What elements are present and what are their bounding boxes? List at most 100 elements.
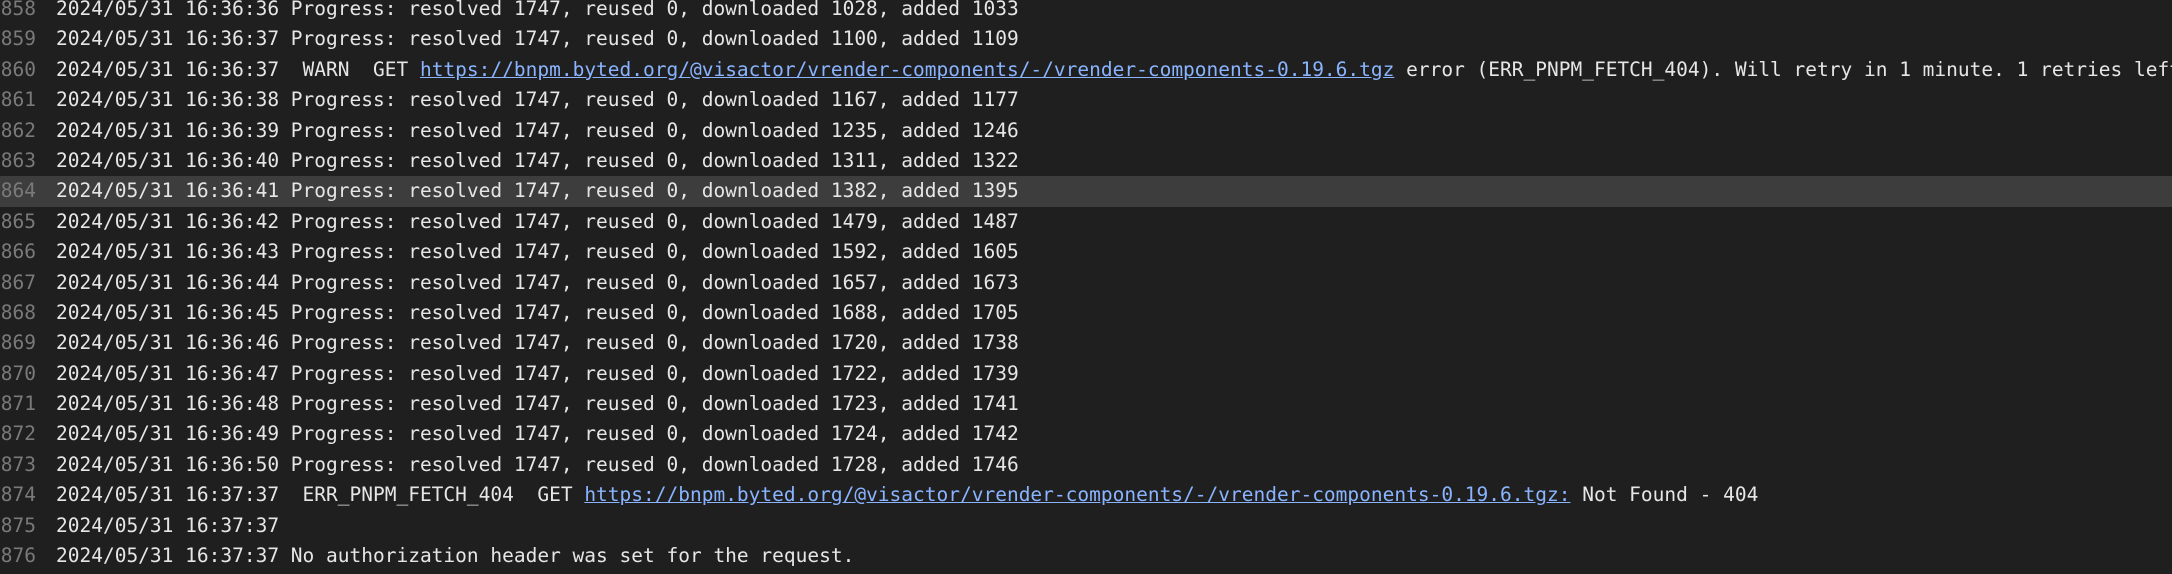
timestamp: 2024/05/31 16:36:44 <box>56 270 280 294</box>
log-line-highlighted[interactable]: 864 2024/05/31 16:36:41 Progress: resolve… <box>0 176 2172 207</box>
timestamp: 2024/05/31 16:36:38 <box>56 88 280 112</box>
timestamp: 2024/05/31 16:36:46 <box>56 331 280 355</box>
log-message: Not Found - 404 <box>1570 483 1759 507</box>
log-line-content: 2024/05/31 16:37:37 No authorization hea… <box>56 541 854 571</box>
log-line-content: 2024/05/31 16:36:50 Progress: resolved 1… <box>56 450 1019 480</box>
log-message: Progress: resolved 1747, reused 0, downl… <box>279 148 1019 172</box>
log-line[interactable]: 865 2024/05/31 16:36:42 Progress: resolve… <box>0 207 2172 237</box>
log-line-content: 2024/05/31 16:36:39 Progress: resolved 1… <box>56 116 1019 146</box>
log-line[interactable]: 869 2024/05/31 16:36:46 Progress: resolve… <box>0 328 2172 358</box>
log-line[interactable]: 874 2024/05/31 16:37:37 ERR_PNPM_FETCH_40… <box>0 480 2172 510</box>
timestamp: 2024/05/31 16:36:36 <box>56 0 280 20</box>
line-number: 865 <box>0 209 36 233</box>
log-line-content: 2024/05/31 16:36:45 Progress: resolved 1… <box>56 298 1019 328</box>
log-message: Progress: resolved 1747, reused 0, downl… <box>279 392 1019 416</box>
package-url-link[interactable]: https://bnpm.byted.org/@visactor/vrender… <box>584 483 1570 506</box>
line-number: 860 <box>0 57 36 81</box>
log-line[interactable]: 875 2024/05/31 16:37:37 <box>0 511 2172 541</box>
timestamp: 2024/05/31 16:36:49 <box>56 422 280 446</box>
log-line-content: 2024/05/31 16:36:44 Progress: resolved 1… <box>56 268 1019 298</box>
log-line[interactable]: 862 2024/05/31 16:36:39 Progress: resolve… <box>0 116 2172 146</box>
log-line-content: 2024/05/31 16:36:42 Progress: resolved 1… <box>56 207 1019 237</box>
line-number: 874 <box>0 483 36 507</box>
log-lines: 858 2024/05/31 16:36:36 Progress: resolve… <box>0 0 2172 574</box>
line-number: 871 <box>0 392 36 416</box>
line-number: 864 <box>0 179 36 203</box>
log-message: No authorization header was set for the … <box>279 544 855 568</box>
log-line[interactable]: 861 2024/05/31 16:36:38 Progress: resolve… <box>0 85 2172 115</box>
timestamp: 2024/05/31 16:36:39 <box>56 118 280 142</box>
log-message: Progress: resolved 1747, reused 0, downl… <box>279 179 1019 203</box>
line-number: 867 <box>0 270 36 294</box>
log-message: Progress: resolved 1747, reused 0, downl… <box>279 452 1019 476</box>
log-message: Progress: resolved 1747, reused 0, downl… <box>279 240 1019 264</box>
log-message: ERR_PNPM_FETCH_404 GET <box>279 483 585 507</box>
log-message: Progress: resolved 1747, reused 0, downl… <box>279 0 1019 20</box>
log-line[interactable]: 868 2024/05/31 16:36:45 Progress: resolve… <box>0 298 2172 328</box>
log-line[interactable]: 866 2024/05/31 16:36:43 Progress: resolve… <box>0 237 2172 267</box>
log-message: Progress: resolved 1747, reused 0, downl… <box>279 209 1019 233</box>
timestamp: 2024/05/31 16:36:37 <box>56 27 280 51</box>
line-number: 866 <box>0 240 36 264</box>
log-line-content: 2024/05/31 16:36:46 Progress: resolved 1… <box>56 328 1019 358</box>
timestamp: 2024/05/31 16:36:45 <box>56 300 280 324</box>
log-line-content: 2024/05/31 16:37:37 ERR_PNPM_FETCH_404 G… <box>56 480 1758 510</box>
log-line[interactable]: 876 2024/05/31 16:37:37 No authorization … <box>0 541 2172 571</box>
log-line-content: 2024/05/31 16:36:37 Progress: resolved 1… <box>56 24 1019 54</box>
log-line-content: 2024/05/31 16:36:41 Progress: resolved 1… <box>56 176 1019 206</box>
timestamp: 2024/05/31 16:37:37 <box>56 513 280 537</box>
log-line-content: 2024/05/31 16:36:36 Progress: resolved 1… <box>56 0 1019 24</box>
log-message: Progress: resolved 1747, reused 0, downl… <box>279 118 1019 142</box>
line-number: 872 <box>0 422 36 446</box>
line-number: 868 <box>0 300 36 324</box>
log-message: Progress: resolved 1747, reused 0, downl… <box>279 422 1019 446</box>
timestamp: 2024/05/31 16:36:41 <box>56 179 280 203</box>
log-line-content: 2024/05/31 16:37:37 <box>56 511 279 541</box>
log-line[interactable]: 863 2024/05/31 16:36:40 Progress: resolve… <box>0 146 2172 176</box>
timestamp: 2024/05/31 16:36:42 <box>56 209 280 233</box>
line-number: 861 <box>0 88 36 112</box>
log-message: Progress: resolved 1747, reused 0, downl… <box>279 300 1019 324</box>
log-line-content: 2024/05/31 16:36:48 Progress: resolved 1… <box>56 389 1019 419</box>
timestamp: 2024/05/31 16:37:37 <box>56 544 280 568</box>
log-message: error (ERR_PNPM_FETCH_404). Will retry i… <box>1394 57 2172 81</box>
log-line[interactable]: 871 2024/05/31 16:36:48 Progress: resolve… <box>0 389 2172 419</box>
log-line-content: 2024/05/31 16:36:40 Progress: resolved 1… <box>56 146 1019 176</box>
timestamp: 2024/05/31 16:37:37 <box>56 483 280 507</box>
log-line[interactable]: 859 2024/05/31 16:36:37 Progress: resolve… <box>0 24 2172 54</box>
log-line-content: 2024/05/31 16:36:37 WARN GET https://bnp… <box>56 55 2172 85</box>
log-line-content: 2024/05/31 16:36:43 Progress: resolved 1… <box>56 237 1019 267</box>
timestamp: 2024/05/31 16:36:40 <box>56 148 280 172</box>
timestamp: 2024/05/31 16:36:43 <box>56 240 280 264</box>
line-number: 859 <box>0 27 36 51</box>
log-line[interactable]: 858 2024/05/31 16:36:36 Progress: resolve… <box>0 0 2172 24</box>
timestamp: 2024/05/31 16:36:47 <box>56 361 280 385</box>
line-number: 873 <box>0 452 36 476</box>
package-url-link[interactable]: https://bnpm.byted.org/@visactor/vrender… <box>420 58 1394 81</box>
log-line[interactable]: 867 2024/05/31 16:36:44 Progress: resolve… <box>0 268 2172 298</box>
log-message: Progress: resolved 1747, reused 0, downl… <box>279 27 1019 51</box>
log-line[interactable]: 872 2024/05/31 16:36:49 Progress: resolve… <box>0 419 2172 449</box>
timestamp: 2024/05/31 16:36:37 <box>56 57 280 81</box>
log-line[interactable]: 870 2024/05/31 16:36:47 Progress: resolve… <box>0 359 2172 389</box>
log-line-content: 2024/05/31 16:36:38 Progress: resolved 1… <box>56 85 1019 115</box>
log-message: Progress: resolved 1747, reused 0, downl… <box>279 270 1019 294</box>
line-number: 875 <box>0 513 36 537</box>
log-message: Progress: resolved 1747, reused 0, downl… <box>279 361 1019 385</box>
log-message: Progress: resolved 1747, reused 0, downl… <box>279 331 1019 355</box>
log-line-content: 2024/05/31 16:36:49 Progress: resolved 1… <box>56 419 1019 449</box>
line-number: 870 <box>0 361 36 385</box>
line-number: 863 <box>0 148 36 172</box>
line-number: 862 <box>0 118 36 142</box>
log-message: Progress: resolved 1747, reused 0, downl… <box>279 88 1019 112</box>
line-number: 876 <box>0 544 36 568</box>
log-message: WARN GET <box>279 57 420 81</box>
line-number: 858 <box>0 0 36 20</box>
log-line[interactable]: 860 2024/05/31 16:36:37 WARN GET https://… <box>0 55 2172 85</box>
timestamp: 2024/05/31 16:36:48 <box>56 392 280 416</box>
log-viewer[interactable]: 858 2024/05/31 16:36:36 Progress: resolve… <box>0 0 2172 574</box>
timestamp: 2024/05/31 16:36:50 <box>56 452 280 476</box>
log-line-content: 2024/05/31 16:36:47 Progress: resolved 1… <box>56 359 1019 389</box>
line-number: 869 <box>0 331 36 355</box>
log-line[interactable]: 873 2024/05/31 16:36:50 Progress: resolve… <box>0 450 2172 480</box>
